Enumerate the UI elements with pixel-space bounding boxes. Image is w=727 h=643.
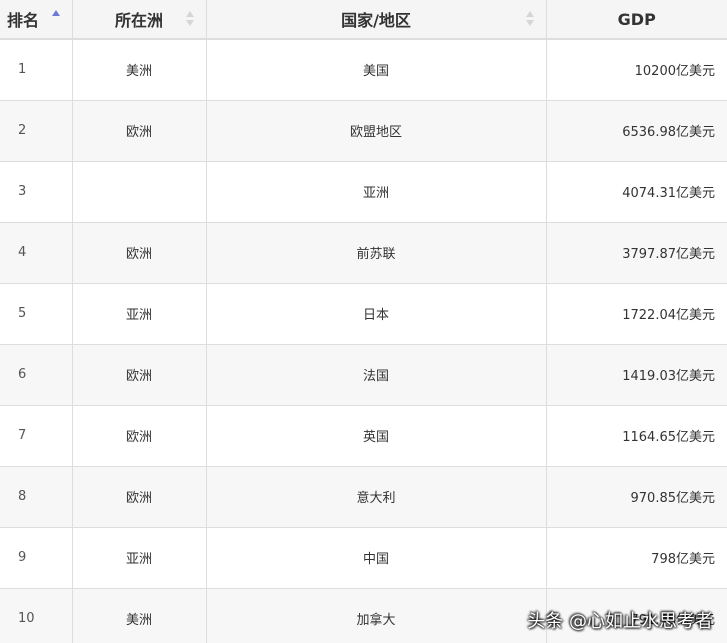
country-cell: 日本	[206, 283, 547, 345]
column-header-country-label: 国家/地区	[341, 11, 411, 30]
continent-cell: 欧洲	[72, 344, 207, 406]
table-row: 4 欧洲 前苏联 3797.87亿美元	[0, 222, 727, 284]
rank-cell: 3	[0, 161, 73, 223]
column-header-rank-label: 排名	[7, 11, 40, 30]
sort-toggle-icon[interactable]	[185, 10, 194, 28]
country-cell: 美国	[206, 39, 547, 101]
column-header-country[interactable]: 国家/地区	[206, 0, 547, 40]
column-header-continent[interactable]: 所在洲	[72, 0, 207, 40]
table-row: 8 欧洲 意大利 970.85亿美元	[0, 466, 727, 528]
gdp-cell: 10200亿美元	[546, 39, 727, 101]
continent-cell: 欧洲	[72, 405, 207, 467]
country-cell: 中国	[206, 527, 547, 589]
rank-cell: 5	[0, 283, 73, 345]
watermark-text: 头条 @心如止水思考者	[527, 611, 713, 632]
table-row: 6 欧洲 法国 1419.03亿美元	[0, 344, 727, 406]
gdp-cell: 4074.31亿美元	[546, 161, 727, 223]
country-cell: 英国	[206, 405, 547, 467]
column-header-rank[interactable]: 排名	[0, 0, 73, 40]
continent-cell: 美洲	[72, 39, 207, 101]
rank-cell: 8	[0, 466, 73, 528]
gdp-cell: 3797.87亿美元	[546, 222, 727, 284]
gdp-cell: 1419.03亿美元	[546, 344, 727, 406]
country-cell: 欧盟地区	[206, 100, 547, 162]
rank-cell: 10	[0, 588, 73, 643]
rank-cell: 7	[0, 405, 73, 467]
gdp-cell: 1722.04亿美元	[546, 283, 727, 345]
continent-cell: 美洲	[72, 588, 207, 643]
continent-cell: 亚洲	[72, 283, 207, 345]
sort-ascending-icon[interactable]	[51, 10, 60, 28]
continent-cell	[72, 161, 207, 223]
country-cell: 意大利	[206, 466, 547, 528]
rank-cell: 2	[0, 100, 73, 162]
table-row: 7 欧洲 英国 1164.65亿美元	[0, 405, 727, 467]
gdp-cell: 6536.98亿美元	[546, 100, 727, 162]
rank-cell: 4	[0, 222, 73, 284]
table-row: 3 亚洲 4074.31亿美元	[0, 161, 727, 223]
table-row: 1 美洲 美国 10200亿美元	[0, 39, 727, 101]
continent-cell: 欧洲	[72, 222, 207, 284]
country-cell: 前苏联	[206, 222, 547, 284]
continent-cell: 欧洲	[72, 100, 207, 162]
gdp-ranking-table: 排名 所在洲 国家/地区 GDP 1 美洲 美国 10200亿美元 2 欧洲 欧…	[0, 0, 727, 643]
gdp-cell: 1164.65亿美元	[546, 405, 727, 467]
table-header-row: 排名 所在洲 国家/地区 GDP	[0, 0, 727, 40]
table-row: 2 欧洲 欧盟地区 6536.98亿美元	[0, 100, 727, 162]
country-cell: 加拿大	[206, 588, 547, 643]
table-row: 5 亚洲 日本 1722.04亿美元	[0, 283, 727, 345]
column-header-gdp-label: GDP	[617, 9, 656, 29]
column-header-gdp: GDP	[546, 0, 727, 40]
country-cell: 法国	[206, 344, 547, 406]
continent-cell: 欧洲	[72, 466, 207, 528]
gdp-table-view: 排名 所在洲 国家/地区 GDP 1 美洲 美国 10200亿美元 2 欧洲 欧…	[0, 0, 727, 643]
rank-cell: 1	[0, 39, 73, 101]
rank-cell: 9	[0, 527, 73, 589]
table-row: 9 亚洲 中国 798亿美元	[0, 527, 727, 589]
continent-cell: 亚洲	[72, 527, 207, 589]
gdp-cell: 798亿美元	[546, 527, 727, 589]
sort-toggle-icon[interactable]	[525, 10, 534, 28]
country-cell: 亚洲	[206, 161, 547, 223]
rank-cell: 6	[0, 344, 73, 406]
column-header-continent-label: 所在洲	[114, 11, 163, 30]
gdp-cell: 970.85亿美元	[546, 466, 727, 528]
